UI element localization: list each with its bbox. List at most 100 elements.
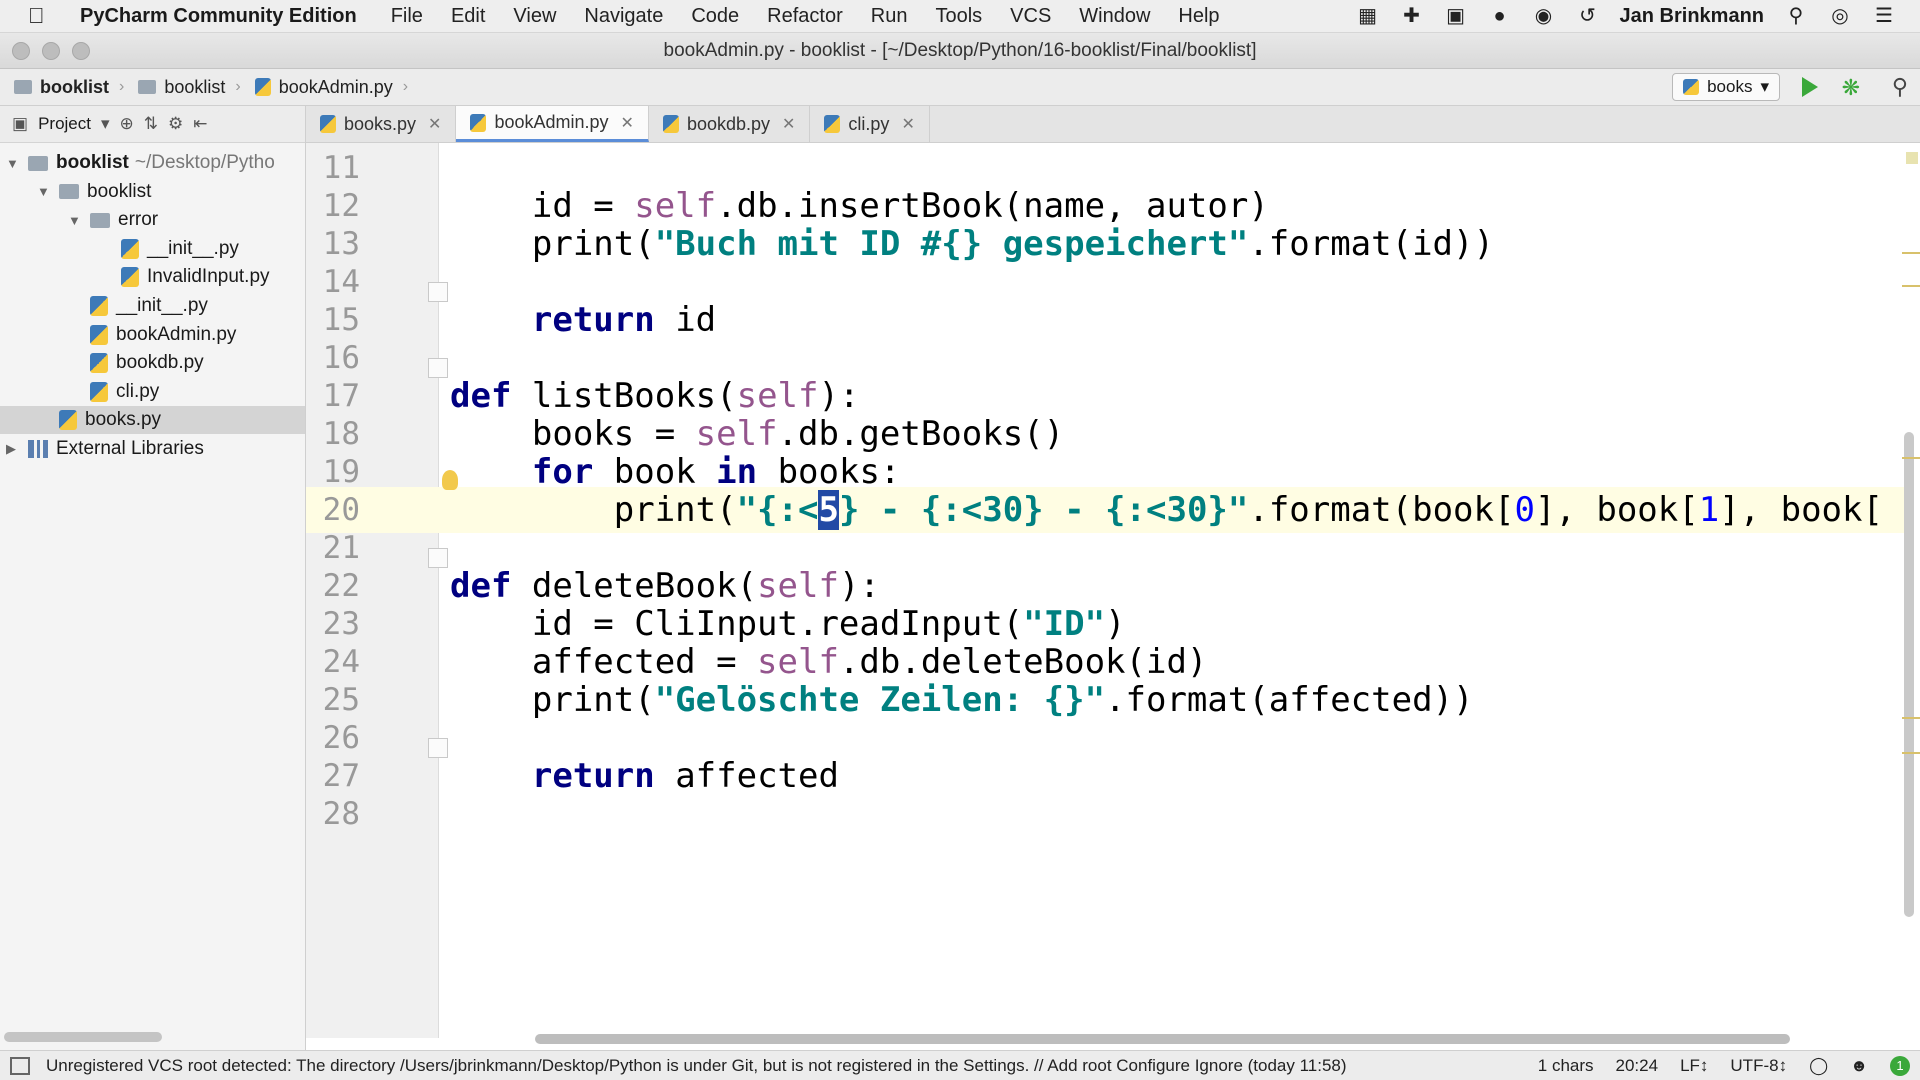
warning-stripe[interactable] — [1902, 717, 1920, 719]
code-line[interactable]: return affected — [450, 753, 839, 799]
window-title-bar: bookAdmin.py - booklist - [~/Desktop/Pyt… — [0, 33, 1920, 69]
lightbulb-icon[interactable] — [442, 470, 458, 490]
menu-vcs[interactable]: VCS — [996, 5, 1065, 28]
line-separator-select[interactable]: LF↕ — [1680, 1056, 1708, 1076]
menu-navigate[interactable]: Navigate — [570, 5, 677, 28]
warning-stripe[interactable] — [1902, 285, 1920, 287]
tree-item[interactable]: bookAdmin.py — [0, 321, 305, 349]
tree-item[interactable]: __init__.py — [0, 292, 305, 320]
encoding-select[interactable]: UTF-8↕ — [1730, 1056, 1787, 1076]
breadcrumb-file[interactable]: bookAdmin.py — [254, 77, 393, 98]
inspection-status-icon[interactable] — [1906, 152, 1918, 164]
clapperboard-icon[interactable]: ▦ — [1356, 5, 1380, 27]
code-line[interactable]: print("{:<5} - {:<30} - {:<30}".format(b… — [450, 487, 1883, 533]
horizontal-scrollbar[interactable] — [535, 1034, 1790, 1044]
spotlight-search-icon[interactable]: ⚲ — [1784, 5, 1808, 27]
chevron-down-icon[interactable]: ▾ — [101, 114, 110, 134]
hector-inspector-icon[interactable]: ☻ — [1850, 1056, 1868, 1076]
tree-item[interactable]: ▶ External Libraries — [0, 435, 305, 463]
code-token: "Buch mit ID #{} gespeichert" — [654, 224, 1249, 264]
close-icon[interactable]: ✕ — [621, 113, 634, 133]
menu-view[interactable]: View — [499, 5, 570, 28]
tab-books-py[interactable]: books.py ✕ — [306, 106, 457, 142]
status-bar: Unregistered VCS root detected: The dire… — [0, 1050, 1920, 1080]
code-token: self — [757, 642, 839, 682]
tree-item[interactable]: ▼ error — [0, 206, 305, 234]
hide-panel-icon[interactable]: ⇤ — [193, 114, 207, 134]
collapse-all-icon[interactable]: ⇅ — [144, 114, 158, 134]
menu-tools[interactable]: Tools — [921, 5, 996, 28]
time-machine-icon[interactable]: ↺ — [1576, 5, 1600, 27]
tree-item[interactable]: cli.py — [0, 378, 305, 406]
warning-stripe[interactable] — [1902, 752, 1920, 754]
library-icon — [28, 440, 48, 458]
tool-windows-toggle-icon[interactable] — [10, 1057, 30, 1075]
plus-cross-icon[interactable]: ✚ — [1400, 5, 1424, 27]
tree-item[interactable]: InvalidInput.py — [0, 263, 305, 291]
editor-tabs: books.py ✕ bookAdmin.py ✕ bookdb.py ✕ cli.p… — [306, 106, 1920, 143]
project-view-select[interactable]: Project — [38, 114, 91, 134]
tree-item[interactable]: ▼ booklist ~/Desktop/Pytho — [0, 149, 305, 177]
debug-bug-icon[interactable]: ❋ — [1842, 75, 1860, 101]
app-name[interactable]: PyCharm Community Edition — [80, 5, 357, 28]
menu-edit[interactable]: Edit — [437, 5, 499, 28]
caret-position[interactable]: 20:24 — [1616, 1056, 1659, 1076]
code-token: "{:<5} - {:<30} - {:<30}" — [736, 490, 1249, 530]
apple-icon[interactable]:  — [28, 3, 58, 29]
code-line[interactable]: print("Gelöschte Zeilen: {}".format(affe… — [450, 677, 1474, 723]
lock-icon[interactable]: ◯ — [1809, 1056, 1828, 1076]
text-cursor: 5 — [818, 490, 839, 530]
cloud-icon[interactable]: ● — [1488, 5, 1512, 27]
tab-label: cli.py — [848, 113, 890, 134]
fold-marker-icon[interactable] — [428, 358, 448, 378]
code-line[interactable]: print("Buch mit ID #{} gespeichert".form… — [450, 221, 1494, 267]
menu-code[interactable]: Code — [677, 5, 753, 28]
run-configuration-select[interactable]: books ▾ — [1672, 73, 1780, 101]
fold-marker-icon[interactable] — [428, 548, 448, 568]
fold-marker-icon[interactable] — [428, 282, 448, 302]
menu-window[interactable]: Window — [1065, 5, 1164, 28]
menu-run[interactable]: Run — [857, 5, 922, 28]
gear-icon[interactable]: ⚙ — [168, 114, 183, 134]
menu-refactor[interactable]: Refactor — [753, 5, 857, 28]
tree-item[interactable]: books.py — [0, 406, 305, 435]
python-file-icon — [1683, 79, 1700, 95]
python-file-icon — [90, 296, 108, 316]
chevron-right-icon: › — [402, 78, 409, 95]
expand-arrow-icon[interactable]: ▼ — [6, 156, 20, 171]
run-button[interactable] — [1802, 77, 1818, 97]
tree-item[interactable]: bookdb.py — [0, 349, 305, 377]
status-message[interactable]: Unregistered VCS root detected: The dire… — [46, 1056, 1347, 1076]
camera-icon[interactable]: ▣ — [1444, 5, 1468, 27]
scroll-from-source-icon[interactable]: ⊕ — [120, 114, 134, 134]
breadcrumb-package[interactable]: booklist — [138, 77, 225, 98]
expand-arrow-icon[interactable]: ▼ — [68, 213, 82, 228]
collapse-arrow-icon[interactable]: ▶ — [6, 441, 20, 457]
tab-cli-py[interactable]: cli.py ✕ — [810, 106, 930, 142]
vertical-scrollbar[interactable] — [1904, 432, 1914, 917]
horizontal-scrollbar[interactable] — [4, 1032, 162, 1042]
notification-center-icon[interactable]: ☰ — [1872, 5, 1896, 27]
siri-icon[interactable]: ◎ — [1828, 5, 1852, 27]
close-icon[interactable]: ✕ — [782, 114, 795, 134]
warning-stripe[interactable] — [1902, 252, 1920, 254]
close-icon[interactable]: ✕ — [428, 114, 441, 134]
fold-marker-icon[interactable] — [428, 738, 448, 758]
tab-bookdb-py[interactable]: bookdb.py ✕ — [649, 106, 811, 142]
python-file-icon — [662, 115, 679, 133]
user-name[interactable]: Jan Brinkmann — [1620, 5, 1764, 28]
tab-bookadmin-py[interactable]: bookAdmin.py ✕ — [456, 106, 649, 142]
breadcrumb-project[interactable]: booklist — [14, 77, 109, 98]
code-line[interactable]: return id — [450, 297, 716, 343]
menu-file[interactable]: File — [377, 5, 437, 28]
expand-arrow-icon[interactable]: ▼ — [37, 184, 51, 199]
close-icon[interactable]: ✕ — [901, 114, 914, 134]
menu-help[interactable]: Help — [1164, 5, 1233, 28]
chat-bubble-icon[interactable]: ◉ — [1532, 5, 1556, 27]
event-log-icon[interactable]: 1 — [1890, 1056, 1910, 1076]
warning-stripe[interactable] — [1902, 457, 1920, 459]
search-icon[interactable]: ⚲ — [1892, 74, 1908, 100]
tree-item[interactable]: ▼ booklist — [0, 178, 305, 206]
tree-item[interactable]: __init__.py — [0, 235, 305, 263]
code-token: def — [450, 566, 512, 606]
